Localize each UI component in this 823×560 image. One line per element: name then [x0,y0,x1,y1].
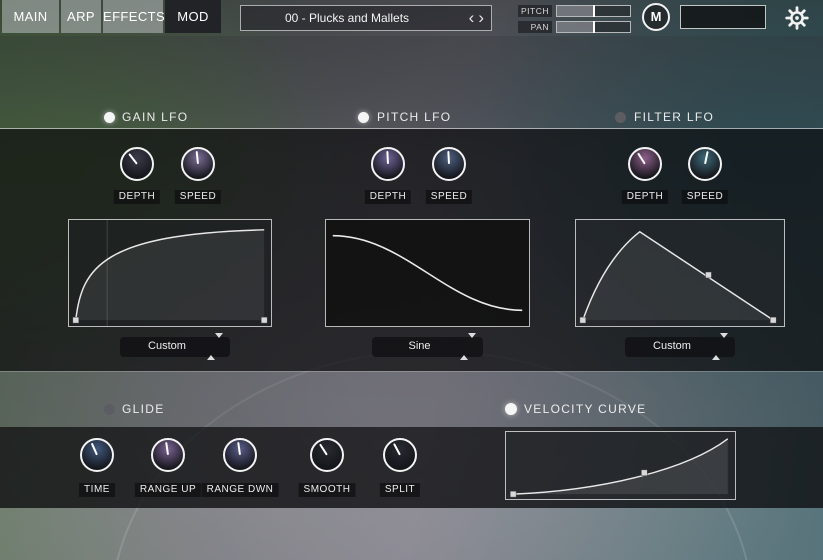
level-meter [680,5,766,29]
gain-lfo-wave-curve [69,220,271,326]
preset-name: 00 - Plucks and Mallets [247,6,447,30]
pitch-slider-fill [557,6,594,16]
knob-needle [447,151,450,164]
filter-lfo-depth-label: DEPTH [622,190,668,204]
velocity-curve-enable-led[interactable] [505,403,517,415]
glide-header-band [0,371,823,427]
pitch-lfo-title: PITCH LFO [377,110,451,124]
preset-prev-icon[interactable]: ‹ [467,7,477,29]
knob-needle [91,443,98,456]
pitch-slider[interactable] [556,5,631,17]
settings-gear-icon[interactable] [784,5,810,31]
tab-effects[interactable]: EFFECTS [103,0,163,33]
glide-enable-led[interactable] [104,404,115,415]
glide-range-down-label: RANGE DWN [202,483,279,497]
glide-time-label: TIME [79,483,115,497]
pan-slider-fill [557,22,594,32]
gain-lfo-speed-label: SPEED [175,190,221,204]
tab-main[interactable]: MAIN [2,0,59,33]
gain-lfo-title: GAIN LFO [122,110,188,124]
sampler-plugin-window: MAIN ARP EFFECTS MOD 00 - Plucks and Mal… [0,0,823,560]
glide-range-up-knob[interactable] [151,438,185,472]
glide-time-knob[interactable] [80,438,114,472]
filter-lfo-enable-led[interactable] [615,112,626,123]
pan-slider[interactable] [556,21,631,33]
filter-lfo-title: FILTER LFO [634,110,714,124]
pitch-lfo-depth-knob[interactable] [371,147,405,181]
filter-lfo-shape-select[interactable]: Custom [625,337,735,357]
velocity-curve-title: VELOCITY CURVE [524,402,646,416]
gain-lfo-depth-label: DEPTH [114,190,160,204]
knob-needle [128,153,138,164]
tab-mod[interactable]: MOD [165,0,221,33]
gain-lfo-wave-display[interactable] [68,219,272,327]
glide-range-down-knob[interactable] [223,438,257,472]
filter-lfo-speed-knob[interactable] [688,147,722,181]
knob-needle [319,444,328,456]
gain-lfo-shape-select[interactable]: Custom [120,337,230,357]
pitch-lfo-shape-select[interactable]: Sine [372,337,483,357]
pitch-lfo-depth-label: DEPTH [365,190,411,204]
pan-label: PAN [518,21,552,33]
glide-split-label: SPLIT [380,483,420,497]
tab-arp[interactable]: ARP [61,0,101,33]
gain-lfo-enable-led[interactable] [104,112,115,123]
updown-arrows-icon [712,338,728,356]
pitch-lfo-speed-label: SPEED [426,190,472,204]
updown-arrows-icon [460,338,476,356]
gain-lfo-speed-knob[interactable] [181,147,215,181]
filter-lfo-speed-label: SPEED [682,190,728,204]
pitch-lfo-wave-display[interactable] [325,219,530,327]
knob-needle [637,153,646,165]
pitch-label: PITCH [518,5,552,17]
knob-needle [386,151,389,164]
pan-slider-thumb[interactable] [593,21,595,33]
filter-lfo-wave-curve [576,220,784,326]
knob-needle [393,443,401,455]
updown-arrows-icon [207,338,223,356]
glide-range-up-label: RANGE UP [135,483,201,497]
bottom-band [0,508,823,560]
filter-lfo-wave-display[interactable] [575,219,785,327]
pitch-lfo-speed-knob[interactable] [432,147,466,181]
preset-selector[interactable]: 00 - Plucks and Mallets ‹ › [240,5,492,31]
glide-split-knob[interactable] [383,438,417,472]
glide-title: GLIDE [122,402,165,416]
mono-button[interactable]: M [642,3,670,31]
pitch-lfo-wave-curve [326,220,529,326]
filter-lfo-shape-value: Custom [631,337,713,357]
knob-needle [704,151,709,164]
knob-needle [165,442,169,455]
gain-lfo-shape-value: Custom [126,337,208,357]
knob-needle [237,442,241,455]
glide-smooth-label: SMOOTH [299,483,356,497]
pitch-lfo-enable-led[interactable] [358,112,369,123]
pitch-slider-thumb[interactable] [593,5,595,17]
filter-lfo-depth-knob[interactable] [628,147,662,181]
pitch-lfo-shape-value: Sine [378,337,461,357]
velocity-curve-display[interactable] [505,431,736,500]
velocity-curve [506,432,735,499]
section-divider [0,128,823,129]
glide-smooth-knob[interactable] [310,438,344,472]
preset-next-icon[interactable]: › [476,7,486,29]
gain-lfo-depth-knob[interactable] [120,147,154,181]
knob-needle [196,151,199,164]
